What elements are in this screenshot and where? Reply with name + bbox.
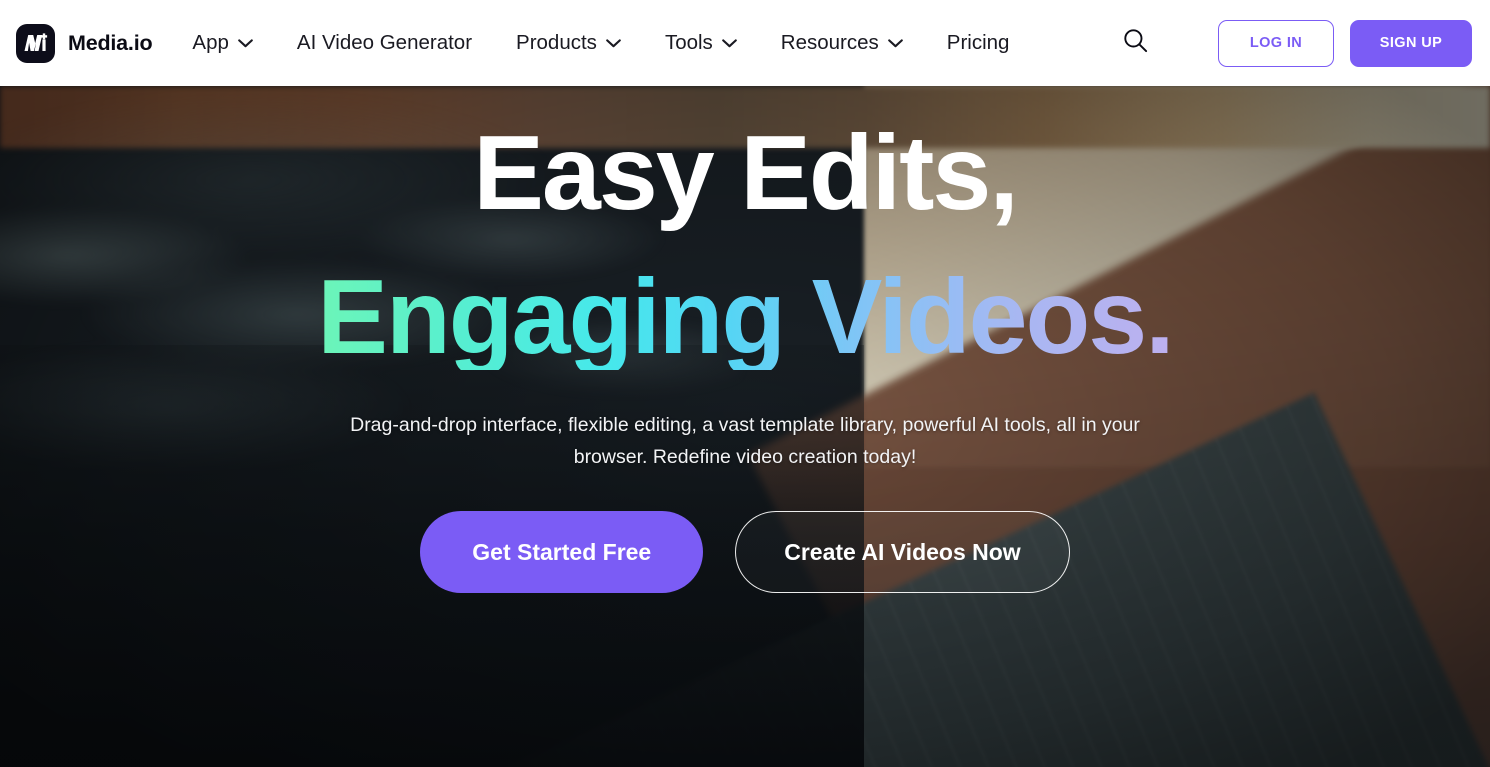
hero-content: Easy Edits, Engaging Videos. Drag-and-dr…: [0, 86, 1490, 767]
chevron-down-icon: [238, 38, 253, 47]
hero-subtitle: Drag-and-drop interface, flexible editin…: [350, 414, 1140, 468]
search-button[interactable]: [1112, 20, 1158, 66]
nav-item-label: AI Video Generator: [296, 31, 473, 54]
nav-item-label: Pricing: [946, 31, 1010, 54]
nav-item-label: Products: [516, 31, 597, 54]
header-actions: LOG IN SIGN UP: [1112, 19, 1490, 67]
nav-item-app[interactable]: App: [170, 0, 274, 86]
nav-item-label: App: [192, 31, 229, 54]
hero-section: Easy Edits, Engaging Videos. Drag-and-dr…: [0, 86, 1490, 767]
nav-item-label: Resources: [780, 31, 879, 54]
nav-item-products[interactable]: Products: [494, 0, 643, 86]
brand-logo-link[interactable]: Media.io: [16, 23, 153, 63]
chevron-down-icon: [721, 38, 737, 47]
main-navigation: App AI Video Generator Products Tools Re…: [170, 0, 1031, 86]
nav-item-resources[interactable]: Resources: [759, 0, 925, 86]
hero-headline-line-1: Easy Edits,: [473, 114, 1019, 232]
search-icon: [1122, 27, 1149, 59]
chevron-down-icon: [887, 38, 903, 47]
create-ai-videos-now-button[interactable]: Create AI Videos Now: [735, 511, 1070, 594]
hero-cta-row: Get Started Free Create AI Videos Now: [420, 511, 1070, 594]
signup-button[interactable]: SIGN UP: [1350, 19, 1472, 67]
media-io-logo-icon: [16, 23, 55, 63]
nav-item-tools[interactable]: Tools: [643, 0, 759, 86]
site-header: Media.io App AI Video Generator Products…: [0, 0, 1490, 86]
nav-item-pricing[interactable]: Pricing: [925, 0, 1032, 86]
get-started-free-button[interactable]: Get Started Free: [420, 511, 704, 594]
brand-name: Media.io: [68, 30, 153, 55]
chevron-down-icon: [606, 38, 621, 47]
nav-item-label: Tools: [664, 31, 713, 54]
login-button[interactable]: LOG IN: [1218, 19, 1334, 67]
nav-item-ai-video-generator[interactable]: AI Video Generator: [275, 0, 494, 86]
hero-headline-line-2: Engaging Videos.: [317, 258, 1174, 376]
